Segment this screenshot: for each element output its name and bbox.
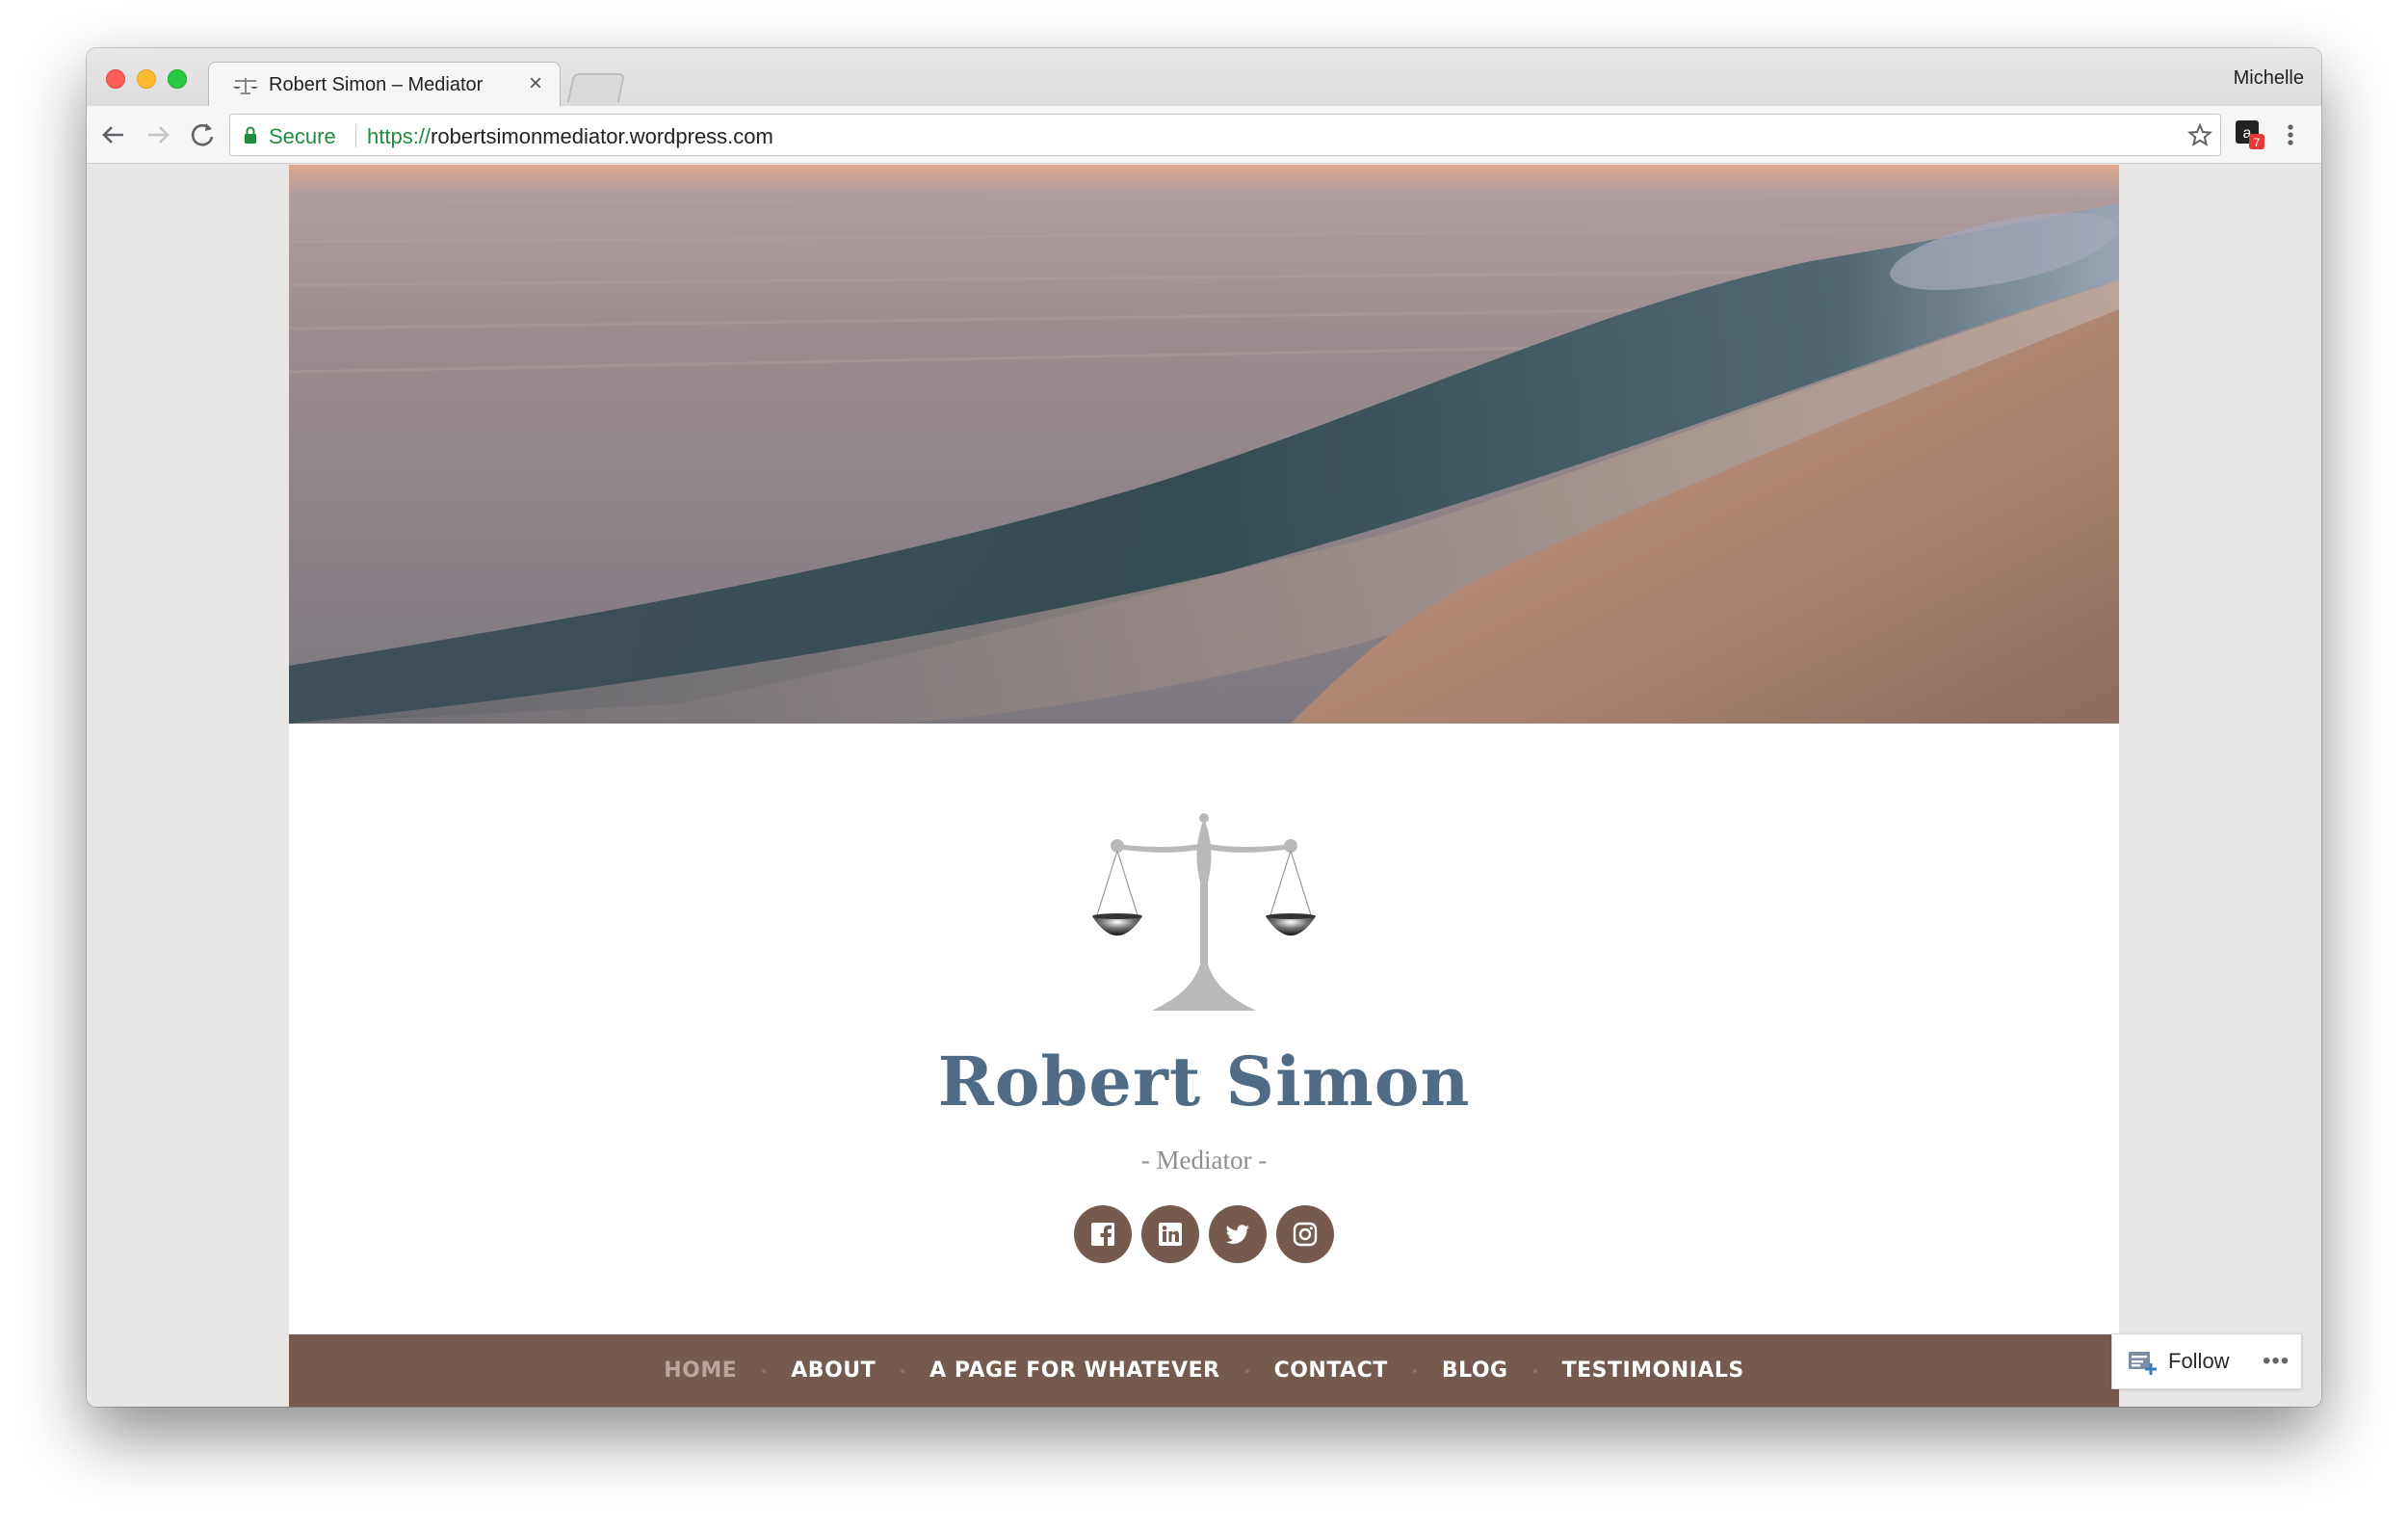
- header-image: [289, 165, 2119, 724]
- more-options-icon[interactable]: •••: [2263, 1348, 2290, 1375]
- browser-tab[interactable]: Robert Simon – Mediator ×: [208, 62, 561, 108]
- browser-toolbar: Secure https://robertsimonmediator.wordp…: [87, 106, 2321, 164]
- tab-close-icon[interactable]: ×: [529, 70, 542, 96]
- linkedin-icon: [1159, 1223, 1182, 1246]
- extension-badge: 7: [2254, 136, 2261, 149]
- twitter-link[interactable]: [1209, 1205, 1267, 1263]
- site-title[interactable]: Robert Simon: [289, 1042, 2119, 1121]
- browser-menu-icon[interactable]: [2281, 119, 2300, 150]
- browser-window: Robert Simon – Mediator × Michelle Secur…: [87, 48, 2321, 1407]
- nav-contact[interactable]: CONTACT: [1249, 1359, 1413, 1383]
- nav-home[interactable]: HOME: [639, 1359, 762, 1383]
- minimize-window-button[interactable]: [137, 69, 156, 89]
- extension-icon[interactable]: a 7: [2235, 119, 2265, 150]
- ocean-wave-image: [289, 165, 2119, 724]
- forward-arrow-icon[interactable]: [139, 116, 177, 154]
- nav-testimonials[interactable]: TESTIMONIALS: [1537, 1359, 1769, 1383]
- facebook-icon: [1091, 1223, 1114, 1248]
- secure-label: Secure: [269, 124, 336, 148]
- profile-name[interactable]: Michelle: [2234, 67, 2304, 90]
- scales-favicon-icon: [233, 78, 258, 94]
- url-text[interactable]: https://robertsimonmediator.wordpress.co…: [367, 124, 773, 149]
- lock-icon: [245, 126, 256, 144]
- nav-blog[interactable]: BLOG: [1417, 1359, 1533, 1383]
- instagram-icon: [1293, 1222, 1318, 1247]
- address-bar[interactable]: Secure https://robertsimonmediator.wordp…: [229, 114, 2221, 156]
- nav-a-page-for-whatever[interactable]: A PAGE FOR WHATEVER: [904, 1359, 1244, 1383]
- new-tab-button[interactable]: [566, 73, 626, 102]
- facebook-link[interactable]: [1074, 1205, 1132, 1263]
- reader-follow-icon[interactable]: [2128, 1350, 2157, 1375]
- nav-about[interactable]: ABOUT: [766, 1359, 901, 1383]
- page-viewport: Robert Simon - Mediator - HOME ABOUT A P…: [87, 165, 2321, 1407]
- follow-widget: Follow •••: [2111, 1333, 2302, 1389]
- url-scheme: https://: [367, 124, 432, 148]
- close-window-button[interactable]: [106, 69, 125, 89]
- follow-button[interactable]: Follow: [2168, 1349, 2230, 1374]
- back-arrow-icon[interactable]: [94, 116, 133, 154]
- main-navigation: HOME ABOUT A PAGE FOR WHATEVER CONTACT B…: [289, 1334, 2119, 1407]
- tab-title: Robert Simon – Mediator: [269, 74, 484, 95]
- zoom-window-button[interactable]: [168, 69, 187, 89]
- scales-of-justice-logo-icon[interactable]: [1088, 810, 1320, 1013]
- twitter-icon: [1225, 1225, 1249, 1244]
- instagram-link[interactable]: [1276, 1205, 1334, 1263]
- url-host: robertsimonmediator.wordpress.com: [431, 124, 773, 148]
- linkedin-link[interactable]: [1141, 1205, 1199, 1263]
- bookmark-star-icon[interactable]: [2187, 122, 2212, 147]
- site-description: - Mediator -: [1140, 1146, 1268, 1174]
- title-bar: Robert Simon – Mediator × Michelle: [87, 48, 2321, 108]
- site-container: Robert Simon - Mediator - HOME ABOUT A P…: [289, 165, 2119, 1407]
- social-links: [289, 1205, 2119, 1263]
- omnibox-divider: [355, 124, 356, 147]
- reload-icon[interactable]: [183, 116, 222, 154]
- site-branding: Robert Simon - Mediator -: [289, 724, 2119, 1334]
